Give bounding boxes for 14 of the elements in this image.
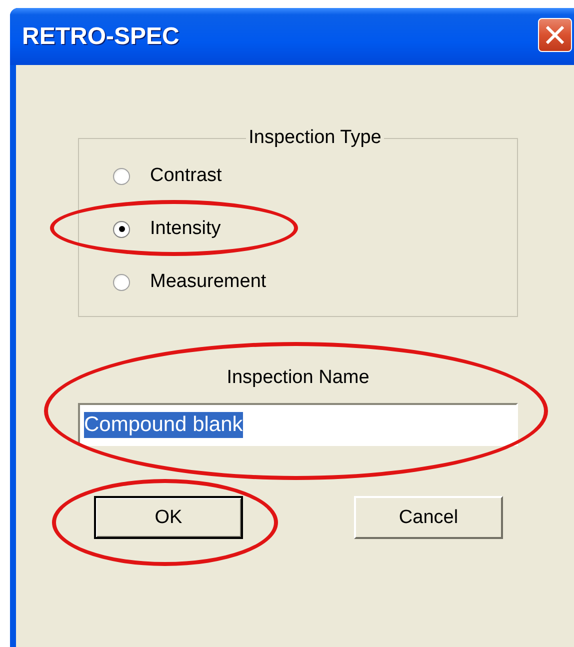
group-label: Inspection Type (248, 127, 382, 149)
name-field[interactable]: Compound blank (78, 403, 518, 446)
radio-label[interactable]: Measurement (150, 271, 266, 293)
close-icon (545, 25, 565, 45)
ok-button[interactable]: OK (94, 496, 243, 539)
field-label: Inspection Name (226, 367, 370, 389)
radio-button[interactable] (113, 168, 130, 184)
radio-label[interactable]: Intensity (150, 218, 221, 240)
radio-button[interactable] (113, 274, 130, 290)
cancel-button[interactable]: Cancel (354, 496, 503, 539)
radio-button[interactable] (113, 220, 130, 238)
window-title: RETRO-SPEC (22, 22, 180, 50)
radio-label[interactable]: Contrast (150, 165, 222, 187)
close-button[interactable] (538, 18, 572, 52)
